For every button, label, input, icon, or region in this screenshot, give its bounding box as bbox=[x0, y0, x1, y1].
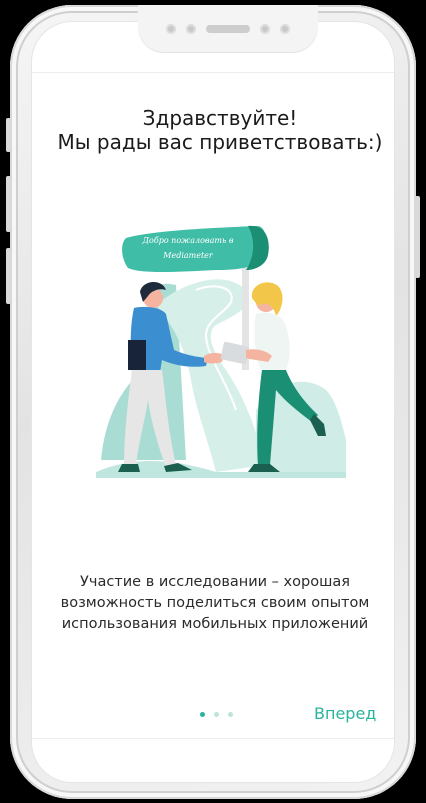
sign-text: Mediameter bbox=[162, 251, 214, 260]
page-dot[interactable] bbox=[228, 712, 233, 717]
side-button bbox=[6, 118, 11, 152]
page-dot-active[interactable] bbox=[200, 712, 205, 717]
camera-icon bbox=[280, 24, 290, 34]
woman-shirt bbox=[254, 312, 290, 372]
speaker-icon bbox=[206, 25, 250, 33]
sign-board bbox=[122, 225, 266, 272]
side-button bbox=[6, 176, 11, 232]
phone-notch bbox=[138, 5, 318, 53]
sensor-icon bbox=[186, 24, 196, 34]
page-dot[interactable] bbox=[214, 712, 219, 717]
side-button bbox=[6, 248, 11, 304]
sign-text: Добро пожаловать в bbox=[142, 236, 234, 245]
description-line: Участие в исследовании – хорошая bbox=[80, 574, 350, 590]
page-indicator bbox=[200, 712, 233, 717]
description-line: использования мобильных приложений bbox=[61, 616, 369, 632]
top-divider bbox=[32, 72, 394, 73]
sensor-icon bbox=[260, 24, 270, 34]
side-button bbox=[415, 196, 420, 278]
next-button[interactable]: Вперед bbox=[314, 704, 376, 723]
welcome-title-line: Мы рады вас приветствовать:) bbox=[57, 130, 383, 154]
welcome-title-line: Здравствуйте! bbox=[142, 106, 298, 130]
welcome-title: Здравствуйте! Мы рады вас приветствовать… bbox=[32, 106, 408, 154]
bottom-divider bbox=[32, 738, 394, 739]
camera-icon bbox=[166, 24, 176, 34]
description-line: возможность поделиться своим опытом bbox=[60, 595, 370, 611]
welcome-description: Участие в исследовании – хорошая возможн… bbox=[42, 572, 388, 635]
device-mockup: Здравствуйте! Мы рады вас приветствовать… bbox=[0, 0, 426, 803]
welcome-illustration: Добро пожаловать в Mediameter bbox=[96, 225, 346, 478]
man-folder bbox=[128, 340, 146, 370]
